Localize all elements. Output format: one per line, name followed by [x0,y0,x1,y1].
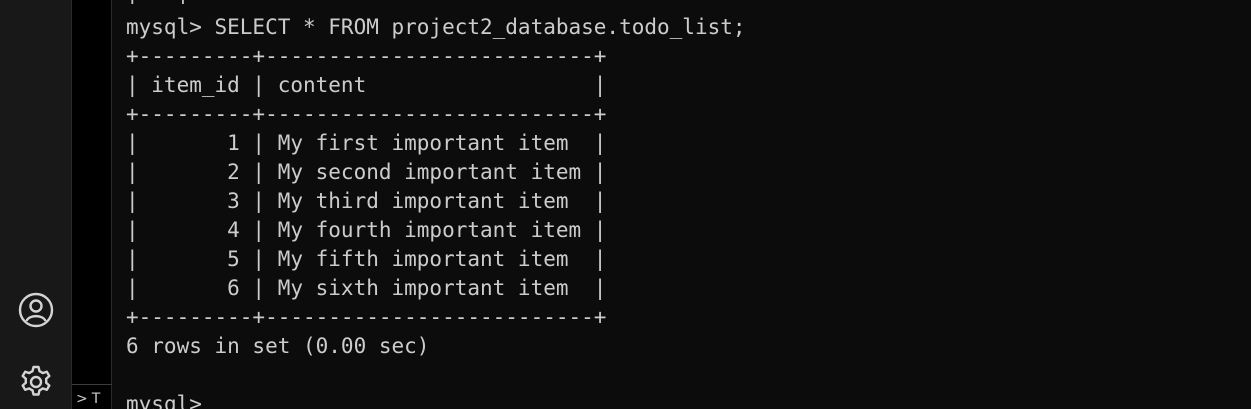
gear-icon[interactable] [16,362,56,402]
terminal-line: +---+ [126,0,746,13]
terminal-command-line: mysql> SELECT * FROM project2_database.t… [126,15,746,39]
table-border: +---------+--------------------------+ [126,305,607,329]
side-panel-divider [72,384,112,385]
activity-bar [0,0,72,409]
terminal-panel[interactable]: +---+ mysql> SELECT * FROM project2_datab… [113,0,1251,409]
chevron-right-icon: > [76,390,88,407]
table-border: +---------+--------------------------+ [126,102,607,126]
table-row: | 3 | My third important item | [126,189,607,213]
table-row: | 6 | My sixth important item | [126,276,607,300]
terminal-output: +---+ mysql> SELECT * FROM project2_datab… [126,0,746,409]
table-row: | 4 | My fourth important item | [126,218,607,242]
side-panel: > T [72,0,112,409]
table-header-row: | item_id | content | [126,73,607,97]
section-label: T [91,390,101,407]
timeline-section-header[interactable]: > T [76,388,110,409]
table-border: +---------+--------------------------+ [126,44,607,68]
table-row: | 1 | My first important item | [126,131,607,155]
terminal-prompt[interactable]: mysql> [126,390,746,409]
table-row: | 5 | My fifth important item | [126,247,607,271]
table-row: | 2 | My second important item | [126,160,607,184]
account-icon[interactable] [16,290,56,330]
result-summary: 6 rows in set (0.00 sec) [126,334,430,358]
